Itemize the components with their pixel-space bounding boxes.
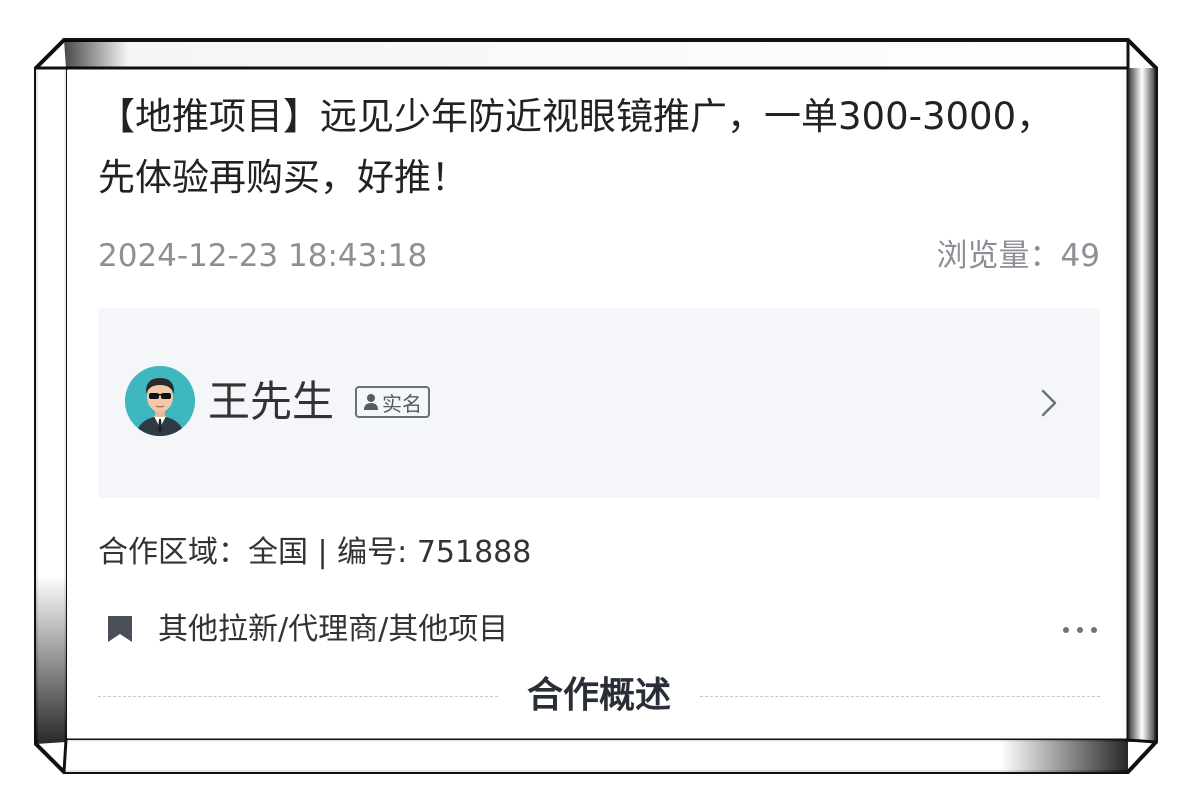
post-meta: 2024-12-23 18:43:18 浏览量：49 <box>98 236 1100 276</box>
category-path[interactable]: 其他拉新/代理商/其他项目 <box>158 608 508 652</box>
more-dots-icon[interactable] <box>1060 618 1100 642</box>
person-icon <box>364 394 378 410</box>
page: 【地推项目】远见少年防近视眼镜推广，一单300-3000，先体验再购买，好推！ … <box>0 0 1191 809</box>
avatar[interactable] <box>125 366 195 436</box>
author-card[interactable]: 王先生 实名 <box>98 308 1100 498</box>
post-date: 2024-12-23 18:43:18 <box>98 238 428 274</box>
avatar-man-sunglasses-icon <box>125 366 195 436</box>
post-title: 【地推项目】远见少年防近视眼镜推广，一单300-3000，先体验再购买，好推！ <box>98 95 1054 199</box>
post-card: 【地推项目】远见少年防近视眼镜推广，一单300-3000，先体验再购买，好推！ … <box>67 70 1126 738</box>
section-title: 合作概述 <box>526 675 671 716</box>
region-and-id: 合作区域：全国 | 编号: 751888 <box>98 535 532 570</box>
bookmark-icon <box>108 616 132 642</box>
category-row: 其他拉新/代理商/其他项目 <box>98 608 1100 652</box>
verified-badge: 实名 <box>355 386 430 418</box>
verified-label: 实名 <box>382 391 422 416</box>
author-name[interactable]: 王先生 <box>208 376 334 428</box>
section-header: 合作概述 <box>98 670 1100 722</box>
view-count: 浏览量：49 <box>936 238 1100 274</box>
chevron-right-icon[interactable] <box>1038 386 1060 420</box>
